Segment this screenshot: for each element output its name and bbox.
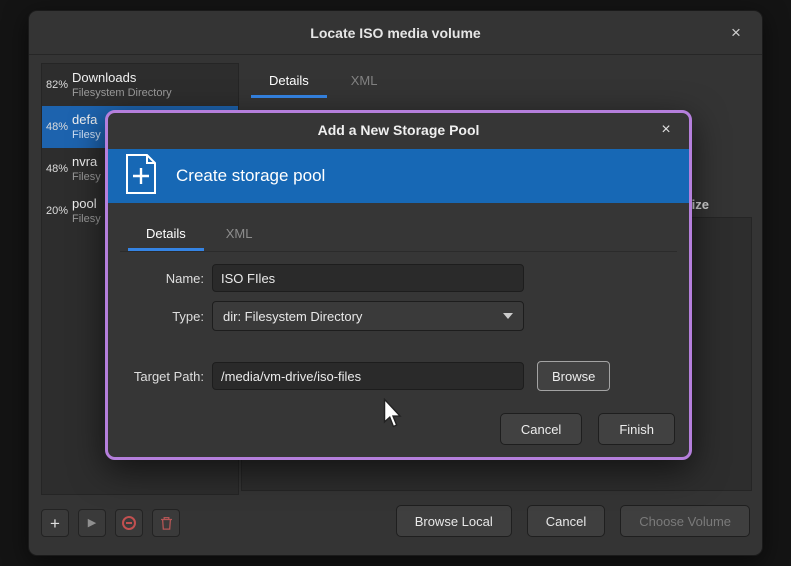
type-label: Type: <box>112 309 212 324</box>
pool-name: defa <box>72 112 101 128</box>
pool-texts: nvra Filesy <box>72 154 101 184</box>
dialog-cancel-button[interactable]: Cancel <box>500 413 582 445</box>
window-title: Locate ISO media volume <box>29 11 762 55</box>
create-pool-banner: Create storage pool <box>108 149 689 203</box>
window-close-button[interactable]: × <box>724 21 748 45</box>
stop-icon <box>122 516 136 530</box>
type-dropdown[interactable]: dir: Filesystem Directory <box>212 301 524 331</box>
play-icon: ▶ <box>88 518 96 529</box>
pool-type: Filesy <box>72 212 101 226</box>
pool-type: Filesystem Directory <box>72 86 172 100</box>
pool-type: Filesy <box>72 128 101 142</box>
dialog-action-area: Browse Local Cancel Choose Volume <box>396 505 750 537</box>
pool-texts: defa Filesy <box>72 112 101 142</box>
new-document-plus-icon <box>124 154 158 199</box>
name-input[interactable] <box>212 264 524 292</box>
pool-list-item-downloads[interactable]: 82% Downloads Filesystem Directory <box>42 64 238 106</box>
browse-button[interactable]: Browse <box>537 361 610 391</box>
dialog-tab-details[interactable]: Details <box>128 219 204 251</box>
name-field-row: Name: <box>112 263 675 293</box>
stop-pool-button[interactable] <box>115 509 143 537</box>
chevron-down-icon <box>503 313 513 319</box>
delete-pool-button[interactable] <box>152 509 180 537</box>
pool-usage-percent: 48% <box>42 163 72 175</box>
type-field-row: Type: dir: Filesystem Directory <box>112 301 675 331</box>
dialog-close-button[interactable]: × <box>655 119 677 141</box>
add-pool-button[interactable]: + <box>41 509 69 537</box>
browse-local-button[interactable]: Browse Local <box>396 505 512 537</box>
pool-texts: Downloads Filesystem Directory <box>72 70 172 100</box>
pool-usage-percent: 20% <box>42 205 72 217</box>
cancel-button[interactable]: Cancel <box>527 505 605 537</box>
dialog-titlebar: Add a New Storage Pool × <box>108 113 689 147</box>
pool-toolbar: + ▶ <box>41 509 180 537</box>
pool-usage-percent: 82% <box>42 79 72 91</box>
type-dropdown-value: dir: Filesystem Directory <box>223 309 362 324</box>
tab-xml[interactable]: XML <box>333 67 396 98</box>
pool-texts: pool Filesy <box>72 196 101 226</box>
name-label: Name: <box>112 271 212 286</box>
target-path-input[interactable] <box>212 362 524 390</box>
dialog-buttons: Cancel Finish <box>500 413 675 445</box>
pool-name: pool <box>72 196 101 212</box>
pool-type: Filesy <box>72 170 101 184</box>
dialog-title: Add a New Storage Pool <box>108 113 689 147</box>
target-path-label: Target Path: <box>112 369 212 384</box>
tab-details[interactable]: Details <box>251 67 327 98</box>
pool-usage-percent: 48% <box>42 121 72 133</box>
window-titlebar: Locate ISO media volume × <box>29 11 762 55</box>
target-path-field-row: Target Path: Browse <box>112 361 675 391</box>
choose-volume-button[interactable]: Choose Volume <box>620 505 750 537</box>
trash-icon <box>160 516 173 530</box>
add-storage-pool-dialog: Add a New Storage Pool × Create storage … <box>105 110 692 460</box>
dialog-tabs: Details XML <box>120 219 677 252</box>
pool-name: Downloads <box>72 70 172 86</box>
add-icon: + <box>50 515 60 532</box>
pool-name: nvra <box>72 154 101 170</box>
banner-title: Create storage pool <box>176 166 325 186</box>
volume-panel-tabs: Details XML <box>251 67 395 98</box>
start-pool-button[interactable]: ▶ <box>78 509 106 537</box>
screen: Locate ISO media volume × 82% Downloads … <box>0 0 791 566</box>
dialog-finish-button[interactable]: Finish <box>598 413 675 445</box>
dialog-tab-xml[interactable]: XML <box>208 219 271 251</box>
